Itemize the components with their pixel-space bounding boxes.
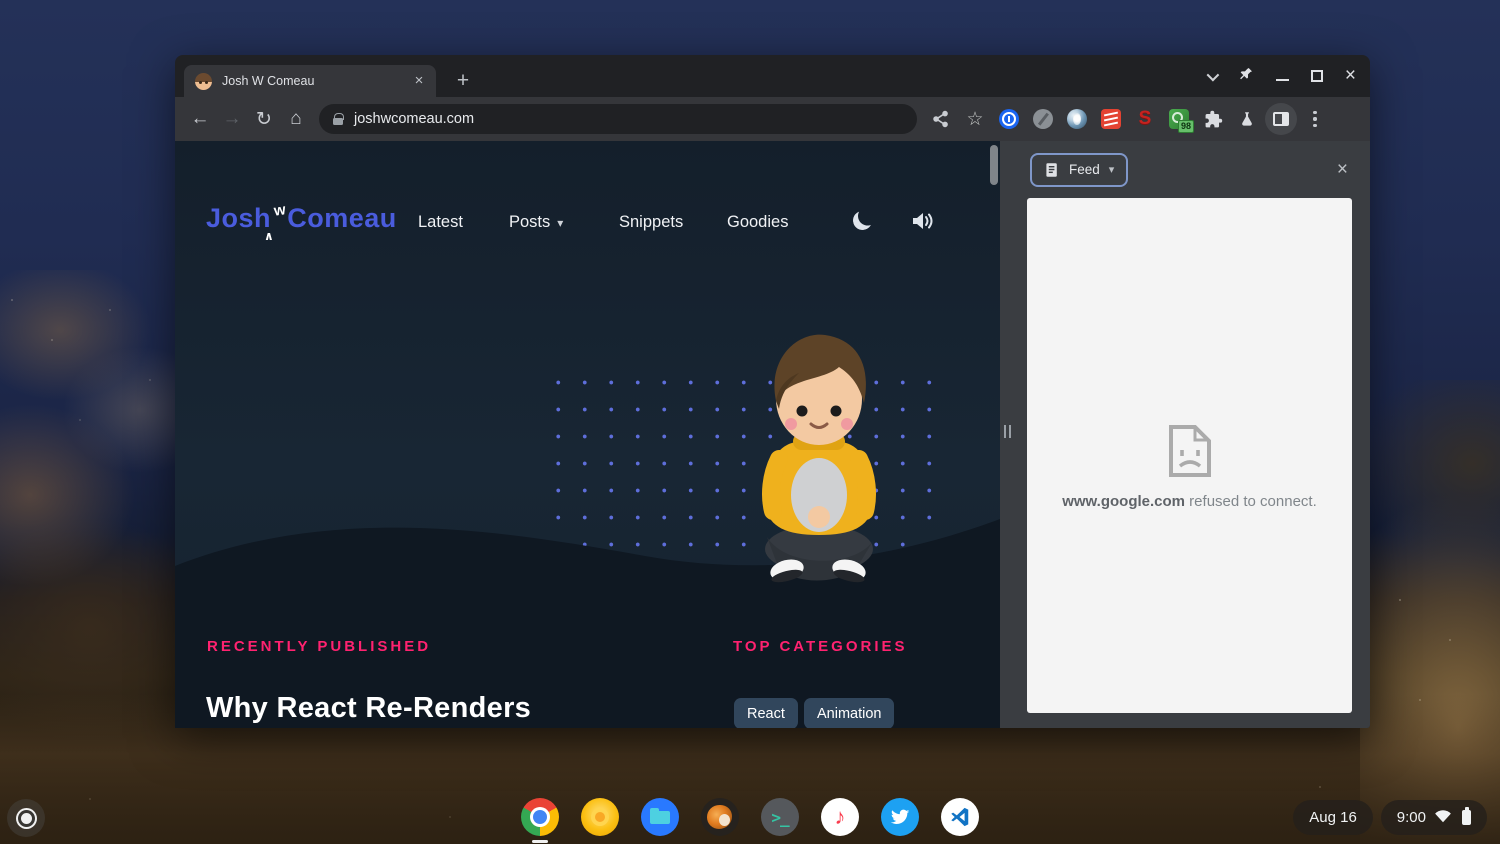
category-pill-animation[interactable]: Animation	[804, 698, 894, 728]
window-menu-chevron-icon[interactable]	[1206, 68, 1219, 81]
address-bar[interactable]: joshwcomeau.com	[319, 104, 917, 134]
logo-accent-top: w	[273, 201, 287, 220]
battery-icon	[1462, 810, 1471, 825]
feed-content-frame: www.google.com refused to connect.	[1027, 198, 1352, 713]
site-header: JoshwComeau ∧ Latest Posts ▾ Snippets Goo…	[175, 141, 1000, 261]
launcher-button[interactable]	[7, 799, 45, 837]
wallpaper-left-vegetation	[0, 270, 200, 770]
close-window-icon[interactable]: ×	[1345, 69, 1356, 83]
error-host: www.google.com	[1062, 493, 1185, 510]
vscode-app-icon[interactable]	[941, 798, 979, 836]
browser-tab[interactable]: Josh W Comeau ×	[184, 65, 436, 97]
recently-published-heading: RECENTLY PUBLISHED	[207, 638, 431, 655]
ext-todoist-icon[interactable]	[1098, 106, 1124, 132]
top-categories-heading: TOP CATEGORIES	[733, 638, 908, 655]
share-icon[interactable]	[928, 106, 954, 132]
ext-s-logo-icon[interactable]: S	[1132, 106, 1158, 132]
files-app-icon[interactable]	[641, 798, 679, 836]
pin-window-icon[interactable]	[1238, 66, 1254, 87]
back-icon[interactable]: ←	[185, 104, 215, 134]
extensions-puzzle-icon[interactable]	[1200, 106, 1226, 132]
twitter-app-icon[interactable]	[881, 798, 919, 836]
extension-badge: 98	[1178, 120, 1194, 133]
shelf-app-row: >_ ♪	[521, 798, 979, 836]
home-icon[interactable]: ⌂	[281, 104, 311, 134]
nav-link-posts[interactable]: Posts ▾	[509, 213, 563, 232]
nav-link-snippets[interactable]: Snippets	[619, 213, 683, 232]
ext-1password-icon[interactable]	[996, 106, 1022, 132]
nav-posts-label: Posts	[509, 213, 550, 231]
pet-avatar-app-icon[interactable]	[701, 798, 739, 836]
ext-orb-icon[interactable]	[1064, 106, 1090, 132]
feed-dropdown-button[interactable]: Feed ▾	[1030, 153, 1128, 187]
chrome-app-icon[interactable]	[521, 798, 559, 836]
wifi-icon	[1434, 808, 1452, 827]
url-text: joshwcomeau.com	[354, 111, 474, 127]
logo-last: Comeau	[287, 203, 397, 233]
tab-close-icon[interactable]: ×	[410, 72, 428, 90]
lock-icon[interactable]	[333, 118, 343, 125]
active-app-indicator	[532, 840, 548, 843]
tab-favicon-avatar	[195, 73, 212, 90]
category-pill-react[interactable]: React	[734, 698, 798, 728]
chrome-labs-flask-icon[interactable]	[1234, 106, 1260, 132]
wallpaper-right-grass	[1360, 380, 1500, 844]
browser-menu-kebab-icon[interactable]	[1302, 106, 1328, 132]
browser-window: Josh W Comeau × + × ← → ↻ ⌂ joshwcomeau.…	[175, 55, 1370, 728]
launcher-icon	[18, 810, 35, 827]
ext-green-badge-icon[interactable]: 98	[1166, 106, 1192, 132]
sound-toggle-speaker-icon[interactable]	[911, 211, 935, 236]
site-logo[interactable]: JoshwComeau ∧	[206, 203, 397, 234]
chrome-canary-app-icon[interactable]	[581, 798, 619, 836]
connection-error-message: www.google.com refused to connect.	[1027, 493, 1352, 510]
side-panel-close-icon[interactable]: ×	[1337, 159, 1348, 181]
feed-document-icon	[1044, 162, 1060, 178]
side-panel: Feed ▾ × www.google.com refused to conne…	[1000, 141, 1370, 728]
system-tray-pill[interactable]: 9:00	[1381, 800, 1487, 835]
terminal-app-icon[interactable]: >_	[761, 798, 799, 836]
posts-dropdown-caret-icon: ▾	[557, 216, 563, 230]
reload-icon[interactable]: ↻	[249, 104, 279, 134]
tab-title: Josh W Comeau	[222, 74, 410, 88]
time-text: 9:00	[1397, 809, 1426, 826]
feed-caret-icon: ▾	[1109, 163, 1115, 176]
browser-toolbar: ← → ↻ ⌂ joshwcomeau.com ☆ S 98	[175, 97, 1370, 141]
nav-link-goodies[interactable]: Goodies	[727, 213, 788, 232]
bookmark-star-icon[interactable]: ☆	[962, 106, 988, 132]
dark-mode-moon-icon[interactable]	[851, 209, 874, 232]
status-area: Aug 16 9:00	[1293, 800, 1487, 835]
meditating-avatar-illustration	[727, 327, 911, 591]
logo-first: Josh	[206, 203, 271, 233]
window-controls: ×	[1207, 63, 1356, 89]
feed-label: Feed	[1069, 162, 1100, 177]
apple-music-app-icon[interactable]: ♪	[821, 798, 859, 836]
side-panel-header: Feed ▾ ×	[1000, 141, 1370, 198]
logo-accent-bottom: ∧	[264, 229, 274, 243]
error-text: refused to connect.	[1185, 493, 1317, 510]
minimize-icon[interactable]	[1276, 79, 1289, 81]
webpage-joshwcomeau: JoshwComeau ∧ Latest Posts ▾ Snippets Goo…	[175, 141, 1000, 728]
new-tab-button[interactable]: +	[450, 69, 476, 95]
maximize-icon[interactable]	[1311, 70, 1323, 82]
date-pill[interactable]: Aug 16	[1293, 800, 1373, 835]
ext-disabled-gray-icon[interactable]	[1030, 106, 1056, 132]
article-title-link[interactable]: Why React Re-Renders	[206, 692, 531, 725]
date-text: Aug 16	[1309, 809, 1357, 826]
forward-icon[interactable]: →	[217, 104, 247, 134]
page-scrollbar-thumb[interactable]	[990, 145, 998, 185]
panel-resize-handle[interactable]	[1004, 425, 1011, 438]
nav-link-latest[interactable]: Latest	[418, 213, 463, 232]
chromeos-shelf: >_ ♪ Aug 16 9:00	[0, 792, 1500, 844]
sad-page-error-icon	[1167, 423, 1213, 484]
side-panel-toggle-icon[interactable]	[1265, 103, 1297, 135]
browser-titlebar: Josh W Comeau × + ×	[175, 55, 1370, 97]
